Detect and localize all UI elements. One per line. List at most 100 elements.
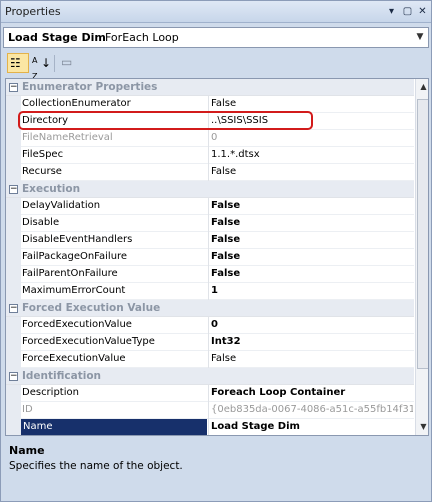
categorized-button[interactable]: ☷ (7, 53, 29, 73)
row-gutter (6, 96, 21, 113)
property-value[interactable]: Foreach Loop Container (211, 387, 413, 398)
property-name: DelayValidation (22, 200, 101, 211)
property-name: FileNameRetrieval (22, 132, 113, 143)
property-name: FileSpec (22, 149, 64, 160)
collapse-icon[interactable]: − (9, 304, 18, 313)
property-value[interactable]: 1 (211, 285, 413, 296)
column-divider (208, 317, 209, 334)
property-row[interactable]: FileNameRetrieval 0 (6, 130, 414, 147)
row-gutter (6, 266, 21, 283)
row-gutter (6, 232, 21, 249)
column-divider (208, 130, 209, 147)
column-divider (208, 385, 209, 402)
row-gutter (6, 402, 21, 419)
property-row[interactable]: ForcedExecutionValueType Int32 (6, 334, 414, 351)
column-divider (208, 266, 209, 283)
scroll-down-arrow-icon[interactable]: ▼ (417, 420, 428, 434)
property-name: Disable (22, 217, 60, 228)
scroll-thumb[interactable] (417, 99, 428, 369)
category-label: Execution (22, 183, 81, 195)
property-value[interactable]: False (211, 353, 413, 364)
object-type: ForEach Loop (105, 31, 179, 44)
alphabetical-button[interactable]: AZ ↓ (30, 53, 52, 81)
description-panel: Name Specifies the name of the object. (5, 438, 429, 499)
property-value[interactable]: False (211, 166, 413, 177)
property-name: Recurse (22, 166, 62, 177)
property-value[interactable]: False (211, 234, 413, 245)
property-row[interactable]: ForcedExecutionValue 0 (6, 317, 414, 334)
properties-toolbar: ☷ AZ ↓ ▭ (3, 51, 429, 81)
close-icon[interactable]: ✕ (416, 5, 429, 18)
property-name: CollectionEnumerator (22, 98, 131, 109)
property-row[interactable]: MaximumErrorCount 1 (6, 283, 414, 300)
pin-icon[interactable]: ▾ (385, 5, 398, 18)
object-selector[interactable]: Load Stage Dim ForEach Loop ▼ (3, 27, 429, 48)
property-row[interactable]: Disable False (6, 215, 414, 232)
property-pages-button[interactable]: ▭ (59, 53, 81, 73)
property-value[interactable]: False (211, 200, 413, 211)
row-gutter (6, 147, 21, 164)
row-gutter (6, 198, 21, 215)
row-gutter (6, 130, 21, 147)
property-value[interactable]: 0 (211, 132, 413, 143)
property-pages-icon: ▭ (61, 55, 73, 69)
property-row[interactable]: ForceExecutionValue False (6, 351, 414, 368)
column-divider (208, 232, 209, 249)
description-title: Name (9, 444, 45, 457)
property-name: FailParentOnFailure (22, 268, 118, 279)
property-value[interactable]: False (211, 268, 413, 279)
property-name: Name (21, 419, 207, 435)
property-value[interactable]: 1.1.*.dtsx (211, 149, 413, 160)
property-name: Description (22, 387, 79, 398)
property-row[interactable]: DelayValidation False (6, 198, 414, 215)
column-divider (208, 215, 209, 232)
collapse-icon[interactable]: − (9, 185, 18, 194)
property-grid: − Enumerator Properties CollectionEnumerat… (5, 78, 429, 436)
row-gutter (6, 249, 21, 266)
property-row[interactable]: Recurse False (6, 164, 414, 181)
property-row[interactable]: ID {0eb835da-0067-4086-a51c-a55fb14f31cc (6, 402, 414, 419)
vertical-scrollbar[interactable]: ▲ ▼ (415, 79, 428, 435)
property-value[interactable]: False (211, 217, 413, 228)
row-gutter (6, 385, 21, 402)
dropdown-arrow-icon[interactable]: ▼ (412, 28, 428, 47)
collapse-icon[interactable]: − (9, 372, 18, 381)
categorized-icon: ☷ (10, 56, 21, 70)
column-divider (208, 283, 209, 300)
category-header[interactable]: − Enumerator Properties (6, 79, 414, 96)
property-row[interactable]: Description Foreach Loop Container (6, 385, 414, 402)
column-divider (208, 164, 209, 181)
property-row[interactable]: FileSpec 1.1.*.dtsx (6, 147, 414, 164)
property-value[interactable]: {0eb835da-0067-4086-a51c-a55fb14f31cc (211, 404, 413, 415)
property-value[interactable]: False (211, 98, 413, 109)
property-row[interactable]: FailParentOnFailure False (6, 266, 414, 283)
column-divider (208, 334, 209, 351)
property-value[interactable]: Int32 (211, 336, 413, 347)
collapse-icon[interactable]: − (9, 83, 18, 92)
property-value[interactable]: False (211, 251, 413, 262)
category-label: Forced Execution Value (22, 302, 161, 314)
properties-window: Properties ▾ ▢ ✕ Load Stage Dim ForEach … (0, 0, 432, 502)
sort-arrow-icon: ↓ (41, 56, 52, 70)
property-value[interactable]: 0 (211, 319, 413, 330)
object-name: Load Stage Dim (8, 31, 106, 44)
category-label: Enumerator Properties (22, 81, 158, 93)
property-row[interactable]: DisableEventHandlers False (6, 232, 414, 249)
property-value[interactable]: Load Stage Dim (211, 421, 413, 432)
title-bar: Properties ▾ ▢ ✕ (1, 1, 431, 23)
column-divider (208, 419, 209, 435)
window-title: Properties (5, 5, 61, 18)
property-row[interactable]: FailPackageOnFailure False (6, 249, 414, 266)
category-header[interactable]: − Identification (6, 368, 414, 385)
row-gutter (6, 317, 21, 334)
column-divider (208, 147, 209, 164)
category-header[interactable]: − Forced Execution Value (6, 300, 414, 317)
restore-icon[interactable]: ▢ (401, 5, 414, 18)
property-name: ForceExecutionValue (22, 353, 126, 364)
category-header[interactable]: − Execution (6, 181, 414, 198)
property-row[interactable]: Name Load Stage Dim (6, 419, 414, 435)
scroll-up-arrow-icon[interactable]: ▲ (417, 80, 428, 94)
row-gutter (6, 164, 21, 181)
category-label: Identification (22, 370, 102, 382)
property-name: MaximumErrorCount (22, 285, 126, 296)
